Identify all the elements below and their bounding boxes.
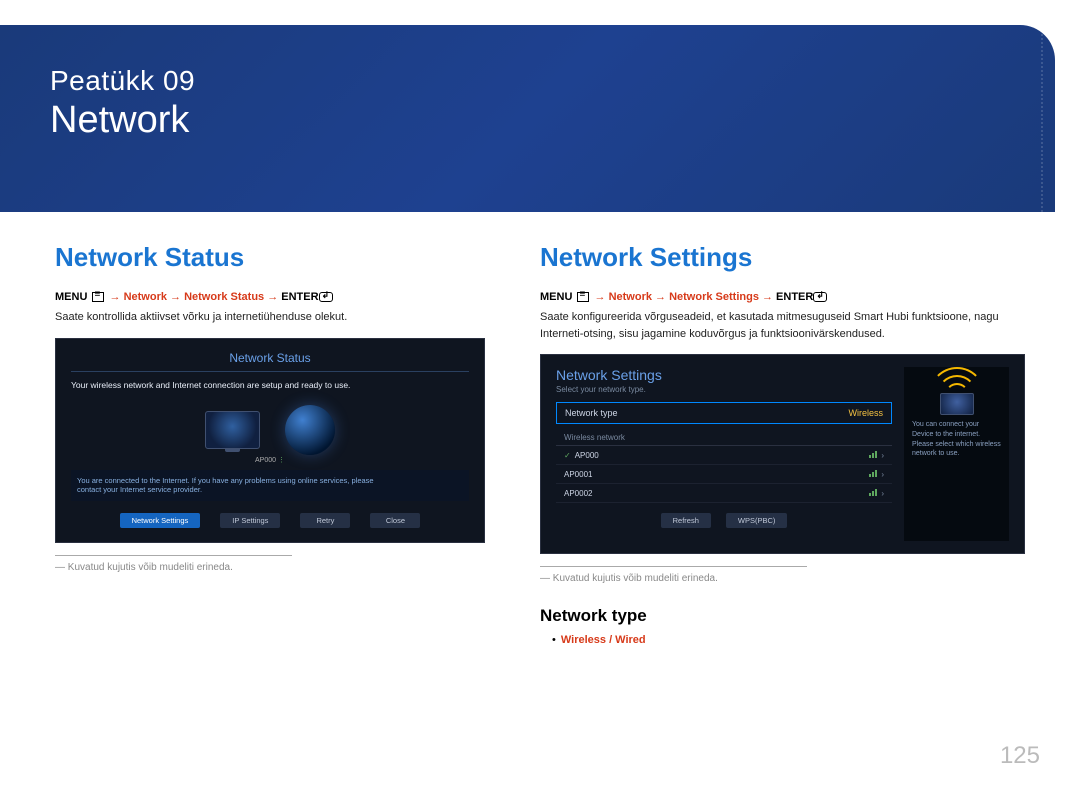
ss-btn-ip-settings[interactable]: IP Settings xyxy=(220,513,280,528)
wifi-signal-icon xyxy=(869,488,877,496)
page-number: 125 xyxy=(1000,742,1040,770)
enter-icon xyxy=(319,292,333,302)
ss-settings-subtitle: Select your network type. xyxy=(556,385,892,394)
settings-description: Saate konfigureerida võrguseadeid, et ka… xyxy=(540,309,1025,342)
ss-btn-wps[interactable]: WPS(PBC) xyxy=(726,513,788,528)
ss-ap-label: AP000 ⋮ xyxy=(71,456,469,464)
wifi-signal-icon xyxy=(869,450,877,458)
status-description: Saate kontrollida aktiivset võrku ja int… xyxy=(55,309,485,326)
chapter-header: Peatükk 09 Network xyxy=(0,25,1055,212)
globe-icon xyxy=(285,405,335,455)
subsection-network-type: Network type xyxy=(540,606,1025,626)
wifi-router-icon xyxy=(927,377,987,412)
ss-status-title: Network Status xyxy=(71,351,469,372)
screenshot-network-status: Network Status Your wireless network and… xyxy=(55,338,485,543)
menu-icon xyxy=(577,292,589,302)
ss-wireless-list-title: Wireless network xyxy=(556,430,892,446)
section-title-network-status: Network Status xyxy=(55,242,485,273)
chapter-title: Network xyxy=(50,99,1005,142)
settings-caption: ― Kuvatud kujutis võib mudeliti erineda. xyxy=(540,573,1025,584)
ss-btn-refresh[interactable]: Refresh xyxy=(661,513,711,528)
tv-icon xyxy=(205,411,260,449)
ss-btn-retry[interactable]: Retry xyxy=(300,513,350,528)
ss-network-item[interactable]: ✓AP000 › xyxy=(556,446,892,465)
menu-icon xyxy=(92,292,104,302)
ss-btn-close[interactable]: Close xyxy=(370,513,420,528)
ss-network-item[interactable]: AP0002 › xyxy=(556,484,892,503)
wifi-signal-icon xyxy=(869,469,877,477)
screenshot-network-settings: Network Settings Select your network typ… xyxy=(540,354,1025,554)
ss-side-panel: You can connect your Device to the inter… xyxy=(904,367,1009,541)
ss-info-box: You are connected to the Internet. If yo… xyxy=(71,470,469,502)
divider xyxy=(540,566,807,567)
network-type-options: •Wireless / Wired xyxy=(540,634,1025,646)
section-title-network-settings: Network Settings xyxy=(540,242,1025,273)
ss-network-item[interactable]: AP0001 › xyxy=(556,465,892,484)
menu-path-settings: MENU → Network → Network Settings → ENTE… xyxy=(540,291,1025,303)
status-caption: ― Kuvatud kujutis võib mudeliti erineda. xyxy=(55,562,485,573)
ss-settings-title: Network Settings xyxy=(556,367,892,385)
ss-status-message: Your wireless network and Internet conne… xyxy=(71,380,469,390)
menu-path-status: MENU → Network → Network Status → ENTER xyxy=(55,291,485,303)
ss-btn-network-settings[interactable]: Network Settings xyxy=(120,513,201,528)
enter-icon xyxy=(813,292,827,302)
chapter-label: Peatükk 09 xyxy=(50,65,1005,97)
ss-network-type-selector[interactable]: Network type Wireless xyxy=(556,402,892,424)
divider xyxy=(55,555,292,556)
